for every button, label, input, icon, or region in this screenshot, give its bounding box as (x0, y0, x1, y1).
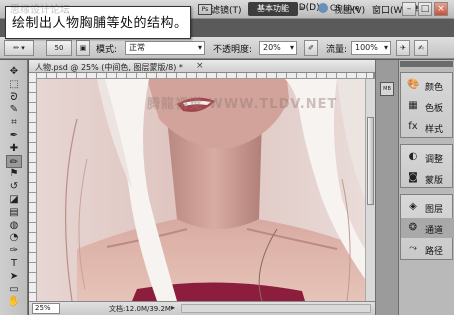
zoom-input[interactable]: 25% (32, 303, 60, 314)
healing-tool-icon[interactable]: ✚ (6, 142, 22, 155)
workspace-button[interactable]: 基本功能 (248, 2, 298, 16)
vertical-scrollbar[interactable] (365, 79, 375, 301)
cs-live-label: CS Live (330, 3, 360, 13)
photoshop-logo-icon: Ps (198, 4, 212, 15)
panel-label: 蒙版 (425, 176, 444, 186)
lasso-tool-icon[interactable]: ᘐ (6, 91, 22, 104)
horizontal-scrollbar[interactable] (181, 304, 371, 313)
close-button[interactable]: × (434, 2, 448, 16)
layers-icon: ◈ (409, 201, 417, 212)
flow-input[interactable]: 100% (351, 41, 391, 55)
panel-tab-adjustments[interactable]: ◐ 调整 (401, 147, 454, 167)
panel-tab-styles[interactable]: fx 样式 (401, 117, 454, 137)
panel-tab-paths[interactable]: ⤳ 路径 (401, 239, 454, 259)
paths-icon: ⤳ (409, 243, 417, 254)
cs-live-button[interactable]: CS Live (318, 3, 360, 13)
panel-label: 样式 (425, 125, 444, 135)
menu-item[interactable]: 滤镜(T) (211, 3, 242, 16)
color-icon: 🎨 (407, 79, 420, 90)
collapsed-panel-strip: MB (375, 60, 399, 315)
brush-icon: ✏ ▾ (13, 44, 25, 52)
quick-select-tool-icon[interactable]: ✎ (6, 103, 22, 116)
portrait-artwork (37, 79, 365, 301)
adjustments-icon: ◐ (408, 151, 418, 162)
opacity-input[interactable]: 20% (259, 41, 297, 55)
panel-label: 通道 (425, 226, 444, 236)
move-tool-icon[interactable]: ✥ (6, 65, 22, 78)
airbrush-toggle[interactable]: ✈ (396, 40, 410, 56)
brush-size-value: 50 (54, 44, 64, 52)
panel-label: 路径 (425, 247, 444, 257)
eraser-tool-icon[interactable]: ◪ (6, 193, 22, 206)
document-window: 人物.psd @ 25% (中间色, 图层蒙版/8) * × 腾龍視觉 WWW.… (29, 60, 375, 315)
panel-group-adjust: ◐ 调整 ◙ 蒙版 (400, 144, 453, 188)
panel-label: 色板 (425, 104, 444, 114)
document-tab-label: 人物.psd @ 25% (中间色, 图层蒙版/8) * (35, 63, 183, 72)
history-brush-tool-icon[interactable]: ↺ (6, 180, 22, 193)
brush-tool-icon[interactable]: ✏ (6, 154, 22, 168)
gradient-tool-icon[interactable]: ▤ (6, 206, 22, 219)
canvas[interactable]: 腾龍視觉 WWW.TLDV.NET (37, 79, 365, 301)
cs-live-icon (318, 3, 328, 13)
panel-label: 颜色 (425, 83, 444, 93)
document-size-info: 文档:12.0M/39.2M (109, 305, 171, 313)
panel-tab-masks[interactable]: ◙ 蒙版 (401, 168, 454, 188)
panel-dock: 🎨 颜色 ▦ 色板 fx 样式 ◐ 调整 ◙ 蒙版 ◈ 图层 ❂ 通道 ⤳ 路径 (399, 60, 454, 315)
eyedropper-tool-icon[interactable]: ✒ (6, 129, 22, 142)
path-select-tool-icon[interactable]: ➤ (6, 270, 22, 283)
masks-icon: ◙ (408, 172, 418, 183)
panel-tab-layers[interactable]: ◈ 图层 (401, 197, 454, 217)
options-bar: ✏ ▾ 50 ▣ 模式: 正常 不透明度: 20% ✐ 流量: 100% ✈ ✍ (0, 37, 454, 59)
airbrush-icon: ✈ (400, 44, 406, 52)
scrollbar-thumb[interactable] (367, 117, 374, 205)
blur-tool-icon[interactable]: ◍ (6, 219, 22, 232)
channels-icon: ❂ (408, 222, 418, 233)
panel-label: 图层 (425, 205, 444, 215)
forum-watermark: 思缘设计论坛 (10, 5, 70, 16)
blend-mode-select[interactable]: 正常 (125, 41, 205, 55)
site-watermark: 腾龍視觉 WWW.TLDV.NET (147, 97, 338, 112)
workspace-more-icon[interactable]: » (300, 4, 304, 12)
panel-group-layers: ◈ 图层 ❂ 通道 ⤳ 路径 (400, 194, 454, 260)
dock-header[interactable] (400, 61, 453, 67)
panel-tab-swatches[interactable]: ▦ 色板 (401, 96, 454, 116)
hand-tool-icon[interactable]: ✋ (6, 295, 22, 308)
styles-icon: fx (408, 121, 418, 132)
swatches-icon: ▦ (408, 100, 418, 111)
type-tool-icon[interactable]: T (6, 257, 22, 270)
tool-preset-picker[interactable]: ✏ ▾ (4, 40, 34, 56)
document-tab[interactable]: 人物.psd @ 25% (中间色, 图层蒙版/8) * × (29, 60, 375, 73)
toolbox: ✥ ⬚ ᘐ ✎ ⌗ ✒ ✚ ✏ ⚑ ↺ ◪ ▤ ◍ ◔ ✑ T ➤ ▭ ✋ (0, 60, 28, 315)
panel-label: 调整 (425, 155, 444, 165)
maximize-button[interactable]: □ (418, 2, 432, 16)
mode-label: 模式: (96, 45, 118, 55)
tablet-opacity-toggle[interactable]: ✐ (304, 40, 318, 56)
menu-item[interactable]: 窗口(W) (372, 3, 406, 16)
tablet-icon: ✍ (418, 44, 424, 52)
minimize-button[interactable]: – (402, 2, 416, 16)
close-icon[interactable]: × (196, 61, 204, 71)
tablet-size-toggle[interactable]: ✍ (414, 40, 428, 56)
flow-label: 流量: (326, 45, 348, 55)
status-menu-icon[interactable]: ▸ (171, 303, 175, 312)
opacity-label: 不透明度: (213, 45, 253, 55)
clone-stamp-tool-icon[interactable]: ⚑ (6, 167, 22, 180)
panel-tab-color[interactable]: 🎨 颜色 (401, 75, 454, 95)
panel-tab-channels[interactable]: ❂ 通道 (401, 218, 454, 238)
status-bar: 25% 文档:12.0M/39.2M ▸ (29, 301, 375, 315)
pressure-icon: ✐ (308, 44, 314, 52)
pen-tool-icon[interactable]: ✑ (6, 244, 22, 257)
brush-panel-icon: ▣ (79, 44, 87, 52)
mini-bridge-icon[interactable]: MB (380, 82, 394, 96)
dodge-tool-icon[interactable]: ◔ (6, 231, 22, 244)
vertical-ruler (29, 73, 37, 301)
crop-tool-icon[interactable]: ⌗ (6, 116, 22, 129)
panel-group-color: 🎨 颜色 ▦ 色板 fx 样式 (400, 72, 453, 138)
shape-tool-icon[interactable]: ▭ (6, 283, 22, 296)
brush-size-picker[interactable]: 50 (46, 40, 72, 56)
brush-panel-toggle[interactable]: ▣ (76, 40, 90, 56)
marquee-tool-icon[interactable]: ⬚ (6, 78, 22, 91)
